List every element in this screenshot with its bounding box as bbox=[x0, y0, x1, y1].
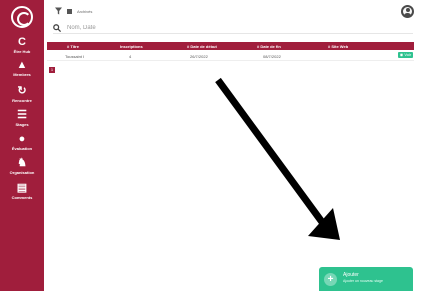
sidebar-item-label: Stages bbox=[15, 122, 29, 127]
table-header: # Titre Inscriptions # Date de début # D… bbox=[47, 42, 414, 50]
sidebar-item-label: Être Hub bbox=[13, 49, 31, 54]
archive-label: Archivés bbox=[77, 8, 93, 14]
sidebar-item-organisation[interactable]: ♞ Organisation bbox=[0, 157, 44, 176]
search-input[interactable] bbox=[67, 24, 367, 31]
add-stage-button[interactable]: + Ajouter Ajouter un nouveau stage bbox=[319, 267, 413, 291]
filter-bar: Archivés bbox=[55, 6, 92, 16]
column-header-inscriptions[interactable]: Inscriptions bbox=[120, 44, 143, 49]
column-header-site-web[interactable]: # Site Web bbox=[328, 44, 348, 49]
archive-checkbox[interactable] bbox=[67, 8, 72, 14]
sidebar-item-label: Évaluation bbox=[11, 146, 33, 151]
user-avatar-icon[interactable] bbox=[401, 5, 414, 18]
sidebar-item-label: Comments bbox=[11, 195, 33, 200]
sidebar-item-comments[interactable]: ▤ Comments bbox=[0, 182, 44, 201]
column-header-date-debut[interactable]: # Date de début bbox=[187, 44, 217, 49]
sidebar-item-etre-hub[interactable]: C Être Hub bbox=[0, 36, 44, 55]
cell-date-fin: 08/7/2022 bbox=[263, 53, 281, 59]
table-row[interactable]: Toussaint I 4 26/7/2022 08/7/2022 ◉ Voir bbox=[47, 50, 414, 61]
sidebar-item-label: Rencontre bbox=[12, 98, 32, 103]
pagination-page[interactable]: 1 bbox=[49, 67, 55, 73]
sidebar-item-label: Membres bbox=[13, 72, 31, 77]
add-subtitle: Ajouter un nouveau stage bbox=[343, 279, 383, 283]
sidebar-item-stages[interactable]: ☰ Stages bbox=[0, 109, 44, 128]
filter-icon[interactable] bbox=[55, 7, 62, 15]
horse-icon: ♞ bbox=[17, 157, 27, 169]
sidebar-item-evaluation[interactable]: ● Évaluation bbox=[0, 133, 44, 152]
document-icon: ▤ bbox=[16, 182, 28, 194]
voir-button[interactable]: ◉ Voir bbox=[398, 52, 413, 58]
column-header-titre[interactable]: # Titre bbox=[67, 44, 79, 49]
c-icon: C bbox=[18, 36, 26, 48]
search-icon bbox=[53, 23, 61, 32]
search-bar bbox=[53, 22, 413, 34]
plus-icon: + bbox=[324, 273, 337, 286]
cell-date-debut: 26/7/2022 bbox=[190, 53, 208, 59]
eye-icon: ◉ bbox=[399, 52, 404, 57]
person-icon: ▲ bbox=[16, 59, 28, 71]
sidebar-item-membres[interactable]: ▲ Membres bbox=[0, 59, 44, 78]
list-icon: ☰ bbox=[17, 109, 27, 121]
voir-label: Voir bbox=[404, 52, 412, 57]
circle-icon: ● bbox=[18, 133, 26, 145]
sidebar: C Être Hub ▲ Membres ↻ Rencontre ☰ Stage… bbox=[0, 0, 44, 291]
sidebar-item-rencontre[interactable]: ↻ Rencontre bbox=[0, 85, 44, 104]
app-logo[interactable] bbox=[11, 6, 33, 28]
cell-inscriptions: 4 bbox=[129, 53, 132, 59]
column-header-date-fin[interactable]: # Date de fin bbox=[257, 44, 281, 49]
add-title: Ajouter bbox=[343, 272, 359, 278]
sidebar-item-label: Organisation bbox=[9, 170, 35, 175]
refresh-icon: ↻ bbox=[17, 85, 27, 97]
cell-titre: Toussaint I bbox=[65, 53, 85, 59]
stages-table: # Titre Inscriptions # Date de début # D… bbox=[47, 42, 414, 61]
